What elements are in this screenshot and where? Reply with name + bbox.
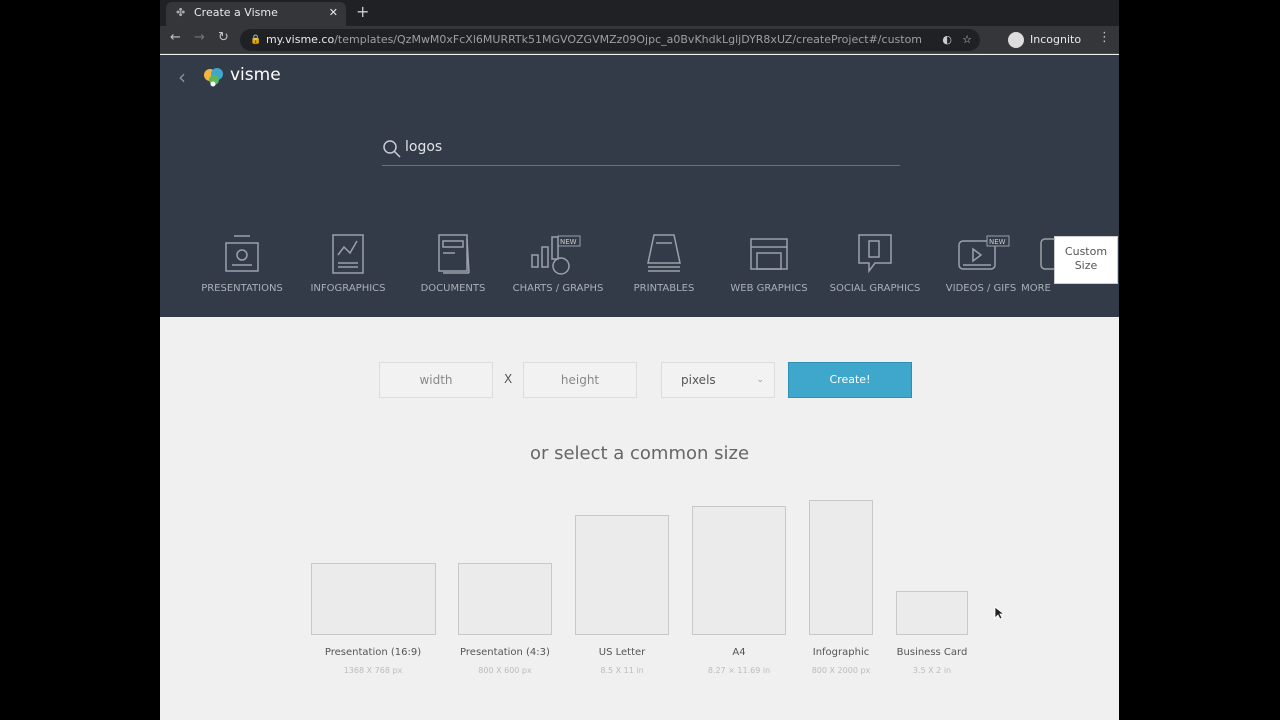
- size-dims: 3.5 X 2 in: [912, 666, 952, 675]
- category-label: MORE: [1021, 283, 1051, 294]
- video-icon: NEW: [958, 235, 1010, 270]
- size-dims: 1368 X 768 px: [343, 666, 403, 675]
- new-badge: NEW: [989, 238, 1006, 246]
- tracking-icon[interactable]: ◐: [942, 29, 952, 51]
- tooltip-line: Size: [1074, 259, 1098, 272]
- size-a4[interactable]: [692, 506, 786, 635]
- tab-title: Create a Visme: [194, 6, 278, 19]
- search-input[interactable]: logos: [382, 135, 900, 166]
- category-printables[interactable]: PRINTABLES: [609, 233, 719, 294]
- category-presentations[interactable]: PRESENTATIONS: [187, 233, 297, 294]
- dimension-separator: X: [504, 372, 513, 386]
- presentation-icon: [225, 235, 259, 272]
- category-documents[interactable]: DOCUMENTS: [398, 233, 508, 294]
- category-label: INFOGRAPHICS: [310, 283, 386, 294]
- size-label[interactable]: Business Card: [862, 647, 1002, 658]
- close-tab-icon[interactable]: ✕: [329, 2, 338, 24]
- favicon-icon: ✤: [176, 6, 186, 19]
- size-presentation-16-9[interactable]: [311, 563, 436, 635]
- back-icon[interactable]: ←: [170, 30, 181, 45]
- incognito-badge[interactable]: Incognito: [1008, 29, 1081, 51]
- browser-window: ✤ Create a Visme ✕ + ← → ↻ 🔒 my.visme.co…: [160, 0, 1119, 720]
- url-path: /templates/QzMwM0xFcXl6MURRTk51MGVOZGVMZ…: [334, 33, 923, 46]
- visme-logo[interactable]: visme: [202, 65, 281, 87]
- category-charts[interactable]: NEW CHARTS / GRAPHS: [503, 233, 613, 294]
- category-web-graphics[interactable]: WEB GRAPHICS: [714, 233, 824, 294]
- forward-icon[interactable]: →: [194, 30, 205, 45]
- profile-label: Incognito: [1030, 33, 1082, 46]
- document-icon: [438, 234, 470, 274]
- url-host: my.visme.co: [266, 33, 335, 46]
- address-bar[interactable]: 🔒 my.visme.co/templates/QzMwM0xFcXl6MURR…: [240, 29, 980, 51]
- printable-icon: [647, 234, 681, 272]
- lock-icon: 🔒: [250, 35, 262, 45]
- chevron-down-icon: ⌄: [756, 375, 764, 385]
- browser-toolbar: ← → ↻ 🔒 my.visme.co/templates/QzMwM0xFcX…: [160, 26, 1119, 54]
- category-social-graphics[interactable]: SOCIAL GRAPHICS: [820, 233, 930, 294]
- category-label: SOCIAL GRAPHICS: [829, 283, 921, 294]
- category-infographics[interactable]: INFOGRAPHICS: [293, 233, 403, 294]
- unit-select[interactable]: pixels ⌄: [661, 362, 775, 398]
- web-graphic-icon: [750, 238, 788, 270]
- category-label: DOCUMENTS: [420, 283, 486, 294]
- common-size-heading: or select a common size: [529, 443, 750, 464]
- infographic-icon: [332, 234, 364, 274]
- size-us-letter[interactable]: [575, 515, 669, 635]
- reload-icon[interactable]: ↻: [218, 30, 229, 45]
- visme-logo-icon: [204, 68, 223, 87]
- category-label: WEB GRAPHICS: [730, 283, 808, 294]
- custom-size-tooltip: Custom Size: [1054, 236, 1118, 284]
- category-label: PRESENTATIONS: [201, 283, 283, 294]
- search-value: logos: [405, 139, 443, 155]
- search-icon: [383, 140, 401, 158]
- create-button[interactable]: Create!: [788, 362, 912, 398]
- tooltip-line: Custom: [1064, 245, 1108, 258]
- mouse-cursor-icon: [994, 606, 1004, 620]
- unit-value: pixels: [681, 373, 716, 387]
- menu-icon[interactable]: ⋮: [1098, 30, 1111, 45]
- size-label[interactable]: Presentation (16:9): [303, 647, 443, 658]
- new-tab-button[interactable]: +: [356, 2, 369, 21]
- category-label: PRINTABLES: [633, 283, 695, 294]
- incognito-icon: [1008, 32, 1024, 48]
- size-business-card[interactable]: [896, 591, 968, 635]
- width-input[interactable]: width: [379, 362, 493, 398]
- logo-text: visme: [230, 65, 281, 85]
- app-header: ‹ visme logos PRESENTATIONS INFOGRAPHICS…: [160, 55, 1119, 317]
- tab-strip: ✤ Create a Visme ✕ +: [160, 0, 1119, 26]
- height-input[interactable]: height: [523, 362, 637, 398]
- size-presentation-4-3[interactable]: [458, 563, 552, 635]
- category-label: CHARTS / GRAPHS: [512, 283, 604, 294]
- social-graphic-icon: [858, 234, 892, 274]
- star-icon[interactable]: ☆: [962, 29, 972, 51]
- back-chevron-icon[interactable]: ‹: [178, 65, 186, 89]
- size-infographic[interactable]: [809, 500, 873, 635]
- chart-icon: NEW: [531, 235, 581, 275]
- browser-tab[interactable]: ✤ Create a Visme ✕: [166, 2, 346, 26]
- new-badge: NEW: [560, 238, 577, 246]
